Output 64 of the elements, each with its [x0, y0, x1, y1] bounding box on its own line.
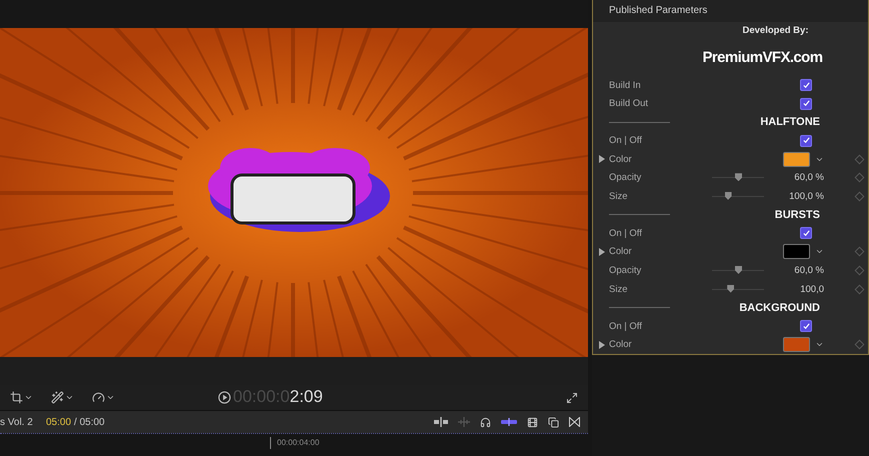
param-label: Opacity — [609, 265, 642, 276]
checkbox[interactable] — [800, 227, 812, 240]
speed-gauge-button[interactable] — [92, 391, 115, 404]
section-heading: HALFTONE — [760, 116, 820, 128]
crop-button[interactable] — [10, 391, 33, 404]
magic-wand-button[interactable] — [51, 391, 74, 404]
param-label: Size — [609, 190, 628, 202]
param-label: On | Off — [609, 135, 643, 146]
param-label: Build Out — [609, 98, 650, 110]
param-value: 100,0 % — [789, 190, 824, 202]
param-label: Color — [609, 154, 633, 165]
param-label: Color — [609, 339, 633, 350]
magic-wand-icon — [51, 391, 64, 404]
checkmark-icon — [802, 230, 810, 237]
play-circle-icon[interactable] — [218, 390, 231, 404]
param-value: 100,0 — [800, 284, 824, 295]
checkmark-icon — [802, 137, 810, 144]
playhead-position: 05:00 — [46, 416, 72, 428]
gauge-icon — [92, 391, 105, 404]
param-label: On | Off — [609, 320, 643, 332]
film-strip-icon[interactable] — [527, 416, 538, 428]
fullscreen-icon[interactable] — [566, 392, 578, 404]
caret-icon — [24, 393, 33, 402]
param-label: Color — [609, 246, 633, 258]
param-label: On | Off — [609, 228, 643, 239]
disclosure-triangle-icon[interactable] — [599, 248, 605, 256]
ruler-timecode: 00:00:04:00 — [277, 438, 320, 447]
checkmark-icon — [802, 100, 810, 108]
checkmark-icon — [802, 322, 810, 330]
slider-thumb[interactable] — [735, 173, 742, 182]
color-swatch[interactable] — [783, 244, 810, 260]
section-heading: BACKGROUND — [739, 302, 820, 314]
credit-label: Developed By: — [742, 24, 810, 38]
checkbox[interactable] — [800, 134, 812, 147]
stacked-windows-icon[interactable] — [548, 416, 559, 428]
timecode: 2:09 — [290, 387, 323, 407]
logo: PremiumVFX.com — [702, 48, 824, 68]
crop-icon — [10, 391, 23, 404]
slider-thumb[interactable] — [724, 192, 732, 200]
caret-icon — [65, 393, 74, 402]
panel-title: Published Parameters — [593, 0, 868, 22]
color-swatch[interactable] — [783, 152, 810, 167]
color-swatch[interactable] — [783, 337, 810, 352]
checkmark-icon — [802, 82, 810, 89]
slider-thumb[interactable] — [735, 266, 742, 274]
skimming-icon[interactable] — [434, 417, 448, 427]
param-label: Size — [609, 284, 628, 295]
param-label: Build In — [609, 80, 642, 91]
checkbox[interactable] — [800, 98, 812, 110]
project-duration: / 05:00 — [74, 416, 105, 428]
headphones-icon[interactable] — [480, 416, 491, 428]
param-label: Opacity — [609, 172, 642, 184]
checkbox[interactable] — [800, 79, 812, 92]
disclosure-triangle-icon[interactable] — [599, 340, 605, 349]
disclosure-triangle-icon[interactable] — [599, 155, 605, 164]
snapping-icon[interactable] — [501, 418, 517, 426]
section-heading: BURSTS — [774, 208, 820, 221]
checkbox[interactable] — [800, 320, 812, 332]
caret-icon — [106, 393, 115, 402]
param-value: 60,0 % — [794, 265, 824, 276]
slider-thumb[interactable] — [727, 284, 734, 293]
param-value: 60,0 % — [794, 172, 824, 184]
project-name: s Vol. 2 — [0, 416, 34, 428]
bowtie-icon[interactable] — [569, 417, 580, 427]
